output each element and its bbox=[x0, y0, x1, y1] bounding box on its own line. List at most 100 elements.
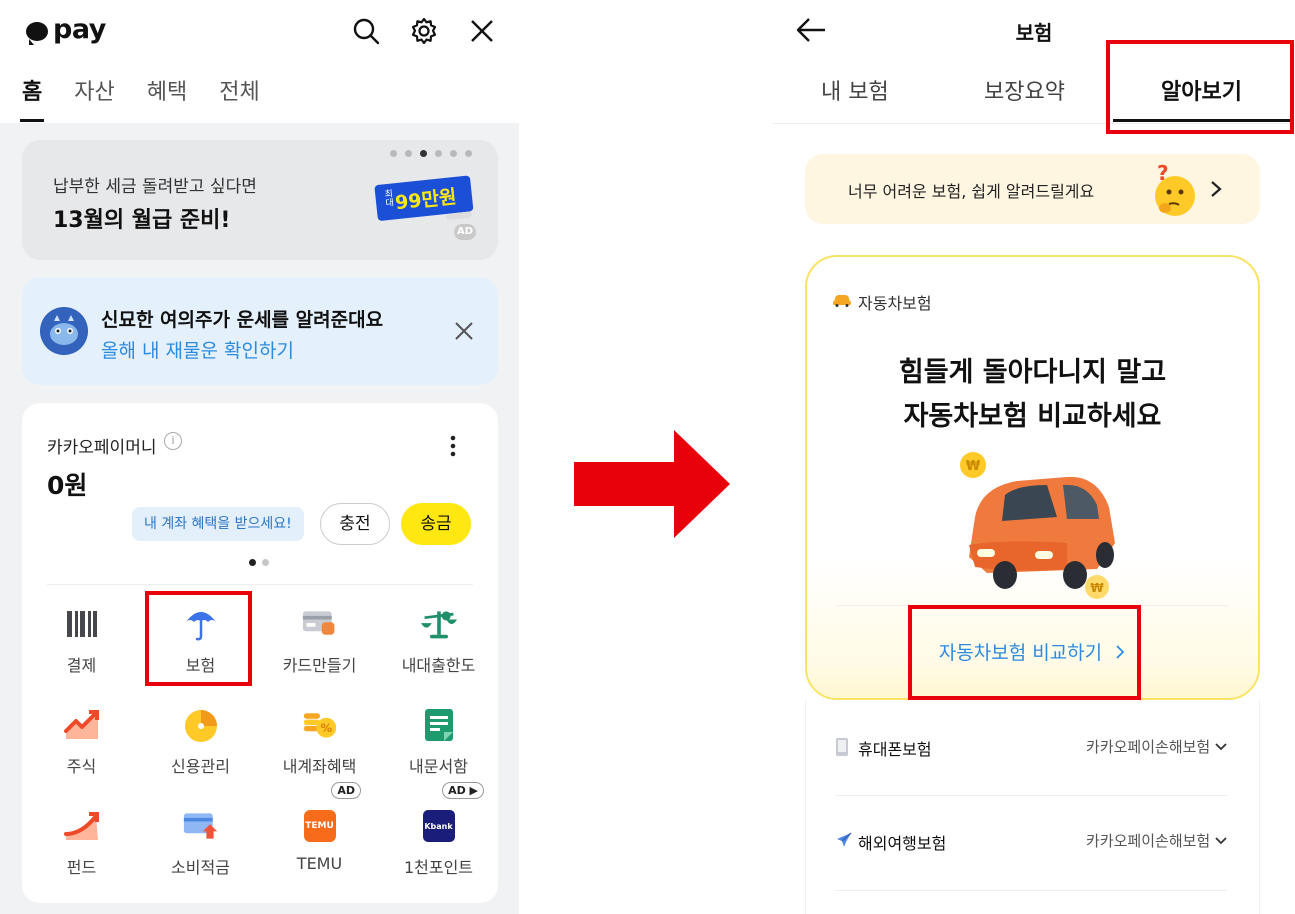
grid-label: 주식 bbox=[66, 757, 97, 776]
grid-label: 내계좌혜택 bbox=[282, 757, 357, 776]
close-icon[interactable] bbox=[465, 14, 499, 48]
savings-card-icon bbox=[183, 808, 219, 844]
banner-line2: 13월의 월급 준비! bbox=[53, 208, 231, 233]
stock-chart-icon bbox=[63, 707, 100, 743]
svg-text:₩: ₩ bbox=[1090, 581, 1104, 595]
chevron-down-icon bbox=[1215, 837, 1227, 845]
card-tag: 자동차보험 bbox=[858, 294, 932, 313]
search-icon[interactable] bbox=[349, 14, 383, 48]
grid-item-temu[interactable]: AD TEMU TEMU bbox=[260, 782, 379, 891]
grid-item-card[interactable]: 카드만들기 bbox=[260, 588, 379, 689]
left-header: pay 홈 자산 혜택 전체 bbox=[0, 0, 519, 123]
phone-icon bbox=[835, 737, 849, 761]
kakaopay-logo: pay bbox=[26, 14, 106, 45]
list-item[interactable]: 해외여행보험 카카오페이손해보험 bbox=[835, 797, 1227, 891]
svg-text:%: % bbox=[320, 721, 332, 735]
grid-item-stock[interactable]: 주식 bbox=[22, 689, 141, 790]
chevron-right-icon bbox=[1210, 180, 1222, 202]
fortune-card[interactable]: 신묘한 여의주가 운세를 알려준대요 올해 내 재물운 확인하기 bbox=[22, 277, 498, 385]
insurance-guide-banner[interactable]: 너무 어려운 보험, 쉽게 알려드릴게요 ? bbox=[805, 154, 1260, 224]
send-button[interactable]: 송금 bbox=[401, 503, 471, 545]
grid-item-payment[interactable]: 결제 bbox=[22, 588, 141, 689]
grid-label: 펀드 bbox=[66, 858, 97, 877]
grid-item-fund[interactable]: 펀드 bbox=[22, 790, 141, 891]
fortune-title: 신묘한 여의주가 운세를 알려준대요 bbox=[101, 309, 384, 331]
headline-line1: 힘들게 돌아다니지 말고 bbox=[898, 357, 1167, 388]
explore-tab-highlight-box bbox=[1106, 40, 1294, 134]
scale-icon bbox=[420, 606, 457, 642]
service-grid: 결제 보험 카드만들기 내대출한도 주식 신용관리 % 내계좌혜택 내문서함 펀… bbox=[22, 588, 498, 891]
fortune-link[interactable]: 올해 내 재물운 확인하기 bbox=[101, 336, 294, 363]
list-item[interactable]: 휴대폰보험 카카오페이손해보험 bbox=[835, 702, 1227, 796]
close-icon[interactable] bbox=[455, 322, 473, 344]
card-icon bbox=[302, 606, 338, 642]
orange-car-illustration: ₩ ₩ bbox=[947, 447, 1127, 607]
credit-gauge-icon bbox=[183, 707, 219, 743]
grid-label: 신용관리 bbox=[171, 757, 230, 776]
tab-assets[interactable]: 자산 bbox=[74, 74, 114, 122]
charge-button[interactable]: 충전 bbox=[320, 503, 390, 545]
coins-icon: % bbox=[302, 707, 338, 743]
grid-item-points[interactable]: AD ▶ Kbank 1천포인트 bbox=[379, 782, 498, 891]
grid-label: TEMU bbox=[296, 854, 343, 873]
car-icon bbox=[833, 292, 851, 311]
logo-text: pay bbox=[53, 14, 106, 45]
insurance-highlight-box bbox=[145, 591, 252, 686]
grid-item-loan-limit[interactable]: 내대출한도 bbox=[379, 588, 498, 689]
info-icon[interactable]: i bbox=[164, 432, 182, 450]
list-item-label: 해외여행보험 bbox=[858, 834, 947, 853]
more-icon[interactable] bbox=[450, 435, 456, 461]
grid-item-documents[interactable]: 내문서함 bbox=[379, 689, 498, 790]
svg-text:?: ? bbox=[1157, 162, 1169, 185]
grid-label: 소비적금 bbox=[171, 858, 230, 877]
fund-chart-icon bbox=[63, 808, 100, 844]
tab-home[interactable]: 홈 bbox=[19, 74, 45, 122]
tab-my-insurance[interactable]: 내 보험 bbox=[821, 74, 889, 106]
talk-bubble-icon bbox=[26, 22, 48, 45]
kbank-logo-text: Kbank bbox=[422, 810, 455, 842]
list-item-provider: 카카오페이손해보험 bbox=[1086, 830, 1227, 851]
money-title: 카카오페이머니 bbox=[47, 438, 157, 458]
ad-badge: AD bbox=[454, 224, 476, 240]
banner-line1: 납부한 세금 돌려받고 싶다면 bbox=[53, 177, 257, 197]
left-screen: pay 홈 자산 혜택 전체 납부한 세금 돌려받고 싶다면 13월의 월급 준… bbox=[0, 0, 519, 914]
chevron-down-icon bbox=[1215, 743, 1227, 751]
right-screen: 보험 내 보험 보장요약 알아보기 너무 어려운 보험, 쉽게 알려드릴게요 ?… bbox=[773, 0, 1295, 914]
banner-graphic: 최대 99만원 bbox=[374, 171, 478, 227]
provider-text: 카카오페이손해보험 bbox=[1086, 832, 1211, 850]
temu-icon: TEMU bbox=[302, 808, 338, 844]
grid-label: 카드만들기 bbox=[282, 656, 357, 675]
transition-arrow bbox=[574, 430, 730, 542]
grid-item-account-benefit[interactable]: % 내계좌혜택 bbox=[260, 689, 379, 790]
temu-logo-text: TEMU bbox=[303, 810, 336, 842]
compare-button-highlight-box bbox=[908, 605, 1141, 700]
account-benefit-tooltip[interactable]: 내 계좌 혜택을 받으세요! bbox=[132, 507, 304, 541]
kbank-icon: Kbank bbox=[421, 808, 457, 844]
list-item-provider: 카카오페이손해보험 bbox=[1086, 736, 1227, 757]
tab-all[interactable]: 전체 bbox=[219, 74, 259, 122]
ad-badge: AD bbox=[331, 782, 361, 799]
list-item-label: 휴대폰보험 bbox=[858, 740, 932, 759]
tax-refund-banner[interactable]: 납부한 세금 돌려받고 싶다면 13월의 월급 준비! 최대 99만원 AD bbox=[22, 140, 498, 260]
grid-item-savings[interactable]: 소비적금 bbox=[141, 790, 260, 891]
grid-label: 내문서함 bbox=[409, 757, 468, 776]
banner-pagination bbox=[390, 150, 472, 157]
divider bbox=[47, 584, 473, 585]
tab-benefits[interactable]: 혜택 bbox=[147, 74, 187, 122]
barcode-icon bbox=[64, 606, 100, 642]
provider-text: 카카오페이손해보험 bbox=[1086, 738, 1211, 756]
gear-icon[interactable] bbox=[407, 14, 441, 48]
grid-item-credit[interactable]: 신용관리 bbox=[141, 689, 260, 790]
left-tab-bar: 홈 자산 혜택 전체 bbox=[19, 74, 292, 122]
grid-label: 내대출한도 bbox=[401, 656, 476, 675]
grid-label: 1천포인트 bbox=[403, 858, 474, 877]
money-amount: 0원 bbox=[47, 471, 88, 500]
money-pagination bbox=[249, 559, 269, 566]
airplane-icon bbox=[835, 831, 853, 853]
tab-coverage-summary[interactable]: 보장요약 bbox=[984, 74, 1065, 106]
svg-text:₩: ₩ bbox=[966, 459, 981, 474]
card-headline: 힘들게 돌아다니지 말고 자동차보험 비교하세요 bbox=[807, 351, 1258, 439]
dragon-icon bbox=[40, 307, 88, 355]
thinking-face-icon: ? bbox=[1145, 161, 1201, 218]
ad-badge: AD ▶ bbox=[442, 782, 484, 799]
